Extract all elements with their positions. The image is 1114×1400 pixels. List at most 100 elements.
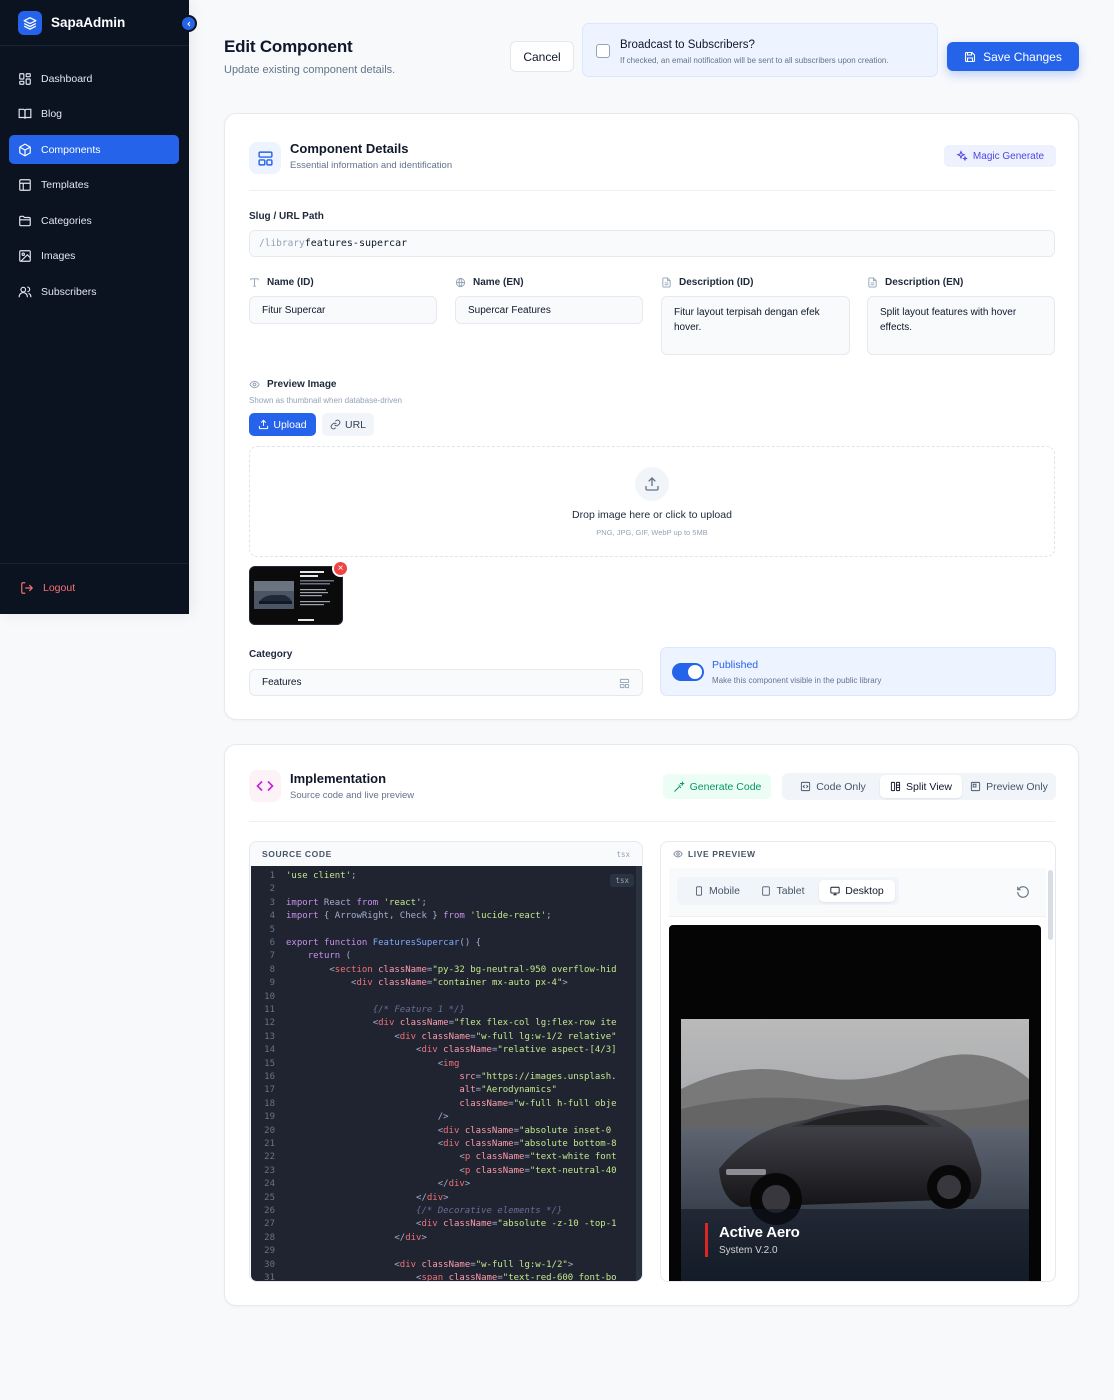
broadcast-title: Broadcast to Subscribers? <box>620 39 755 51</box>
url-tab[interactable]: URL <box>322 413 374 436</box>
layers-logo-icon <box>18 10 42 35</box>
preview-image-label: Preview Image <box>249 379 336 390</box>
name-en-input[interactable]: Supercar Features <box>455 296 643 324</box>
preview-frame: Active Aero System V.2.0 <box>669 925 1041 1281</box>
name-id-label: Name (ID) <box>249 277 314 288</box>
tab-preview-only[interactable]: Preview Only <box>964 775 1054 798</box>
users-icon <box>18 285 32 297</box>
device-tablet-label: Tablet <box>776 885 805 897</box>
sidebar: SapaAdmin Dashboard Blog Components Temp… <box>0 0 189 614</box>
slug-label: Slug / URL Path <box>249 211 324 222</box>
sidebar-item-categories[interactable]: Categories <box>9 206 179 235</box>
slug-value: features-supercar <box>304 238 408 249</box>
magic-generate-button[interactable]: Magic Generate <box>944 145 1056 167</box>
columns-icon <box>890 781 901 792</box>
code-line: 19 /> <box>264 1112 449 1123</box>
sidebar-item-label: Dashboard <box>41 72 93 85</box>
sidebar-nav: Dashboard Blog Components Templates Cate… <box>0 46 189 306</box>
broadcast-option[interactable]: Broadcast to Subscribers? If checked, an… <box>582 23 938 77</box>
magic-label: Magic Generate <box>972 150 1045 162</box>
details-title: Component Details <box>290 141 409 156</box>
image-dropzone[interactable]: Drop image here or click to upload PNG, … <box>249 446 1055 557</box>
desc-id-label-text: Description (ID) <box>679 277 754 288</box>
code-line: 21 <div className="absolute bottom-8 <box>264 1139 617 1149</box>
published-toggle[interactable] <box>672 663 704 681</box>
code-line: 15 <img <box>264 1058 460 1069</box>
layout-select-icon <box>619 678 630 689</box>
device-desktop-label: Desktop <box>845 885 884 897</box>
smartphone-icon <box>696 886 702 896</box>
view-mode-tabs: Code Only Split View Preview Only <box>782 773 1056 800</box>
file-text-icon <box>868 277 877 288</box>
code-line: 4 import { ArrowRight, Check } from 'luci… <box>269 911 552 922</box>
implementation-section-icon <box>249 770 281 802</box>
sidebar-item-subscribers[interactable]: Subscribers <box>9 277 179 306</box>
monitor-icon <box>830 886 840 896</box>
desc-en-textarea[interactable]: Split layout features with hover effects… <box>867 296 1055 355</box>
broadcast-checkbox[interactable] <box>596 44 610 58</box>
desc-en-label: Description (EN) <box>867 277 963 288</box>
upload-icon <box>259 419 269 430</box>
sidebar-item-templates[interactable]: Templates <box>9 171 179 200</box>
tablet-icon <box>762 886 771 896</box>
device-mobile[interactable]: Mobile <box>685 880 749 902</box>
logout-label: Logout <box>43 582 76 594</box>
code-line: 1'use client'; <box>269 871 357 881</box>
published-option[interactable]: Published Make this component visible in… <box>660 647 1056 696</box>
desc-id-textarea[interactable]: Fitur layout terpisah dengan efek hover. <box>661 296 850 355</box>
file-text-icon <box>662 277 671 288</box>
code-line: 24 </div> <box>264 1179 471 1190</box>
name-id-label-text: Name (ID) <box>267 277 314 288</box>
category-label: Category <box>249 649 293 660</box>
page-subtitle: Update existing component details. <box>224 64 396 76</box>
live-preview-title: LIVE PREVIEW <box>673 849 756 859</box>
code-line: 26 {/* Decorative elements */} <box>264 1206 563 1216</box>
sidebar-item-images[interactable]: Images <box>9 242 179 271</box>
remove-thumbnail-button[interactable]: × <box>332 560 349 577</box>
layout-icon <box>19 179 31 191</box>
upload-cloud-icon <box>635 467 669 501</box>
code-line: 10 <box>264 991 275 1002</box>
image-icon <box>19 250 31 262</box>
name-id-input[interactable]: Fitur Supercar <box>249 296 437 324</box>
code-line: 13 <div className="w-full lg:w-1/2 relat… <box>264 1031 617 1042</box>
page-title: Edit Component <box>224 37 353 56</box>
brand[interactable]: SapaAdmin <box>0 0 189 46</box>
wand-icon <box>673 780 685 792</box>
tab-code-only-label: Code Only <box>816 780 866 793</box>
dashboard-icon <box>19 72 31 85</box>
details-section-icon <box>249 142 281 174</box>
sidebar-item-dashboard[interactable]: Dashboard <box>9 64 179 93</box>
save-changes-button[interactable]: Save Changes <box>947 42 1079 71</box>
desc-en-label-text: Description (EN) <box>885 277 964 288</box>
device-tablet[interactable]: Tablet <box>753 880 813 902</box>
details-subtitle: Essential information and identification <box>290 160 453 171</box>
refresh-icon[interactable] <box>1016 885 1030 899</box>
code-line: 12 <div className="flex flex-col lg:flex… <box>264 1018 617 1029</box>
implementation-card: Implementation Source code and live prev… <box>224 744 1079 1306</box>
tab-code-only[interactable]: Code Only <box>788 775 878 798</box>
eye-icon <box>673 850 683 858</box>
device-desktop[interactable]: Desktop <box>819 880 895 902</box>
type-icon <box>250 278 259 287</box>
preview-scrollbar[interactable] <box>1048 870 1053 940</box>
logout-button[interactable]: Logout <box>20 581 75 595</box>
published-title: Published <box>712 659 759 671</box>
sidebar-item-components[interactable]: Components <box>9 135 179 164</box>
sidebar-collapse-button[interactable] <box>180 15 197 32</box>
logout-icon <box>21 582 34 594</box>
hero-accent-bar <box>705 1223 708 1257</box>
code-line: 2 <box>269 884 275 895</box>
upload-tab[interactable]: Upload <box>249 413 316 436</box>
generate-code-button[interactable]: Generate Code <box>663 774 771 799</box>
code-editor[interactable]: tsx 1'use client'; 2 3 import React from 'r… <box>251 866 642 1281</box>
code-line: 5 <box>269 924 275 935</box>
cancel-button[interactable]: Cancel <box>510 41 574 72</box>
device-tabs: Mobile Tablet Desktop <box>677 877 899 905</box>
tab-split-view[interactable]: Split View <box>880 775 962 798</box>
tab-preview-only-label: Preview Only <box>986 780 1048 793</box>
sidebar-item-blog[interactable]: Blog <box>9 100 179 129</box>
slug-input[interactable]: /library features-supercar <box>249 230 1055 257</box>
category-select[interactable]: Features <box>249 669 643 696</box>
code-scrollbar[interactable] <box>636 866 642 1281</box>
